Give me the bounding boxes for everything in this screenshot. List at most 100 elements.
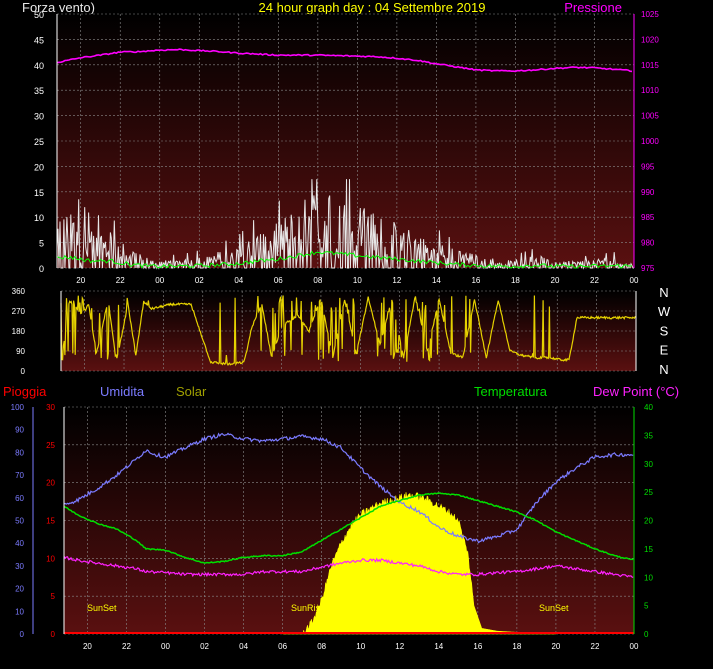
time-tick-label: 20 bbox=[76, 276, 85, 285]
time-tick-label: 16 bbox=[471, 276, 480, 285]
pressure-title: Pressione bbox=[564, 0, 622, 15]
time-tick-label: 00 bbox=[630, 642, 639, 651]
time-tick-label: 14 bbox=[434, 642, 443, 651]
pressure-tick-label: 1015 bbox=[641, 61, 659, 70]
humidity-tick-label: 60 bbox=[15, 494, 24, 503]
temp-humidity-panel: 0510152025300102030405060708090100051015… bbox=[11, 403, 654, 651]
pressure-tick-label: 985 bbox=[641, 213, 655, 222]
solar-legend: Solar bbox=[176, 384, 207, 399]
time-tick-label: 10 bbox=[356, 642, 365, 651]
time-tick-label: 00 bbox=[161, 642, 170, 651]
pressure-tick-label: 1020 bbox=[641, 35, 659, 44]
compass-label: W bbox=[658, 304, 671, 319]
sunrise-label: SunRis bbox=[291, 603, 321, 613]
humidity-tick-label: 0 bbox=[20, 630, 25, 639]
temp-tick-label: 15 bbox=[644, 545, 653, 554]
wind-tick-label: 40 bbox=[34, 61, 44, 71]
wind-tick-label: 50 bbox=[34, 10, 44, 20]
time-tick-label: 12 bbox=[395, 642, 404, 651]
temperature-legend: Temperatura bbox=[474, 384, 548, 399]
time-tick-label: 00 bbox=[155, 276, 164, 285]
time-tick-label: 04 bbox=[239, 642, 248, 651]
time-tick-label: 02 bbox=[195, 276, 204, 285]
graph-title: 24 hour graph day : 04 Settembre 2019 bbox=[259, 0, 486, 15]
rain-tick-label: 20 bbox=[46, 479, 55, 488]
pressure-tick-label: 975 bbox=[641, 264, 655, 273]
time-tick-label: 22 bbox=[122, 642, 131, 651]
humidity-tick-label: 10 bbox=[15, 607, 24, 616]
wind-tick-label: 30 bbox=[34, 112, 44, 122]
compass-label: N bbox=[659, 285, 668, 300]
humidity-tick-label: 90 bbox=[15, 426, 24, 435]
wind-tick-label: 20 bbox=[34, 162, 44, 172]
time-tick-label: 04 bbox=[234, 276, 243, 285]
time-tick-label: 10 bbox=[353, 276, 362, 285]
temp-tick-label: 40 bbox=[644, 403, 653, 412]
humidity-tick-label: 40 bbox=[15, 539, 24, 548]
wind-direction-panel: 0 90 180 270 360 bbox=[12, 287, 637, 376]
pressure-tick-label: 980 bbox=[641, 239, 655, 248]
time-tick-label: 22 bbox=[116, 276, 125, 285]
time-tick-label: 18 bbox=[511, 276, 520, 285]
time-tick-label: 16 bbox=[473, 642, 482, 651]
time-tick-label: 22 bbox=[590, 276, 599, 285]
direction-tick-label: 0 bbox=[21, 367, 26, 376]
rain-tick-label: 0 bbox=[51, 630, 56, 639]
wind-tick-label: 0 bbox=[39, 264, 44, 274]
temp-tick-label: 20 bbox=[644, 517, 653, 526]
temp-tick-label: 25 bbox=[644, 488, 653, 497]
sunset-label-2: SunSet bbox=[539, 603, 569, 613]
rain-tick-label: 30 bbox=[46, 403, 55, 412]
time-tick-label: 20 bbox=[83, 642, 92, 651]
rain-tick-label: 5 bbox=[51, 592, 56, 601]
time-tick-label: 08 bbox=[317, 642, 326, 651]
humidity-legend: Umidita bbox=[100, 384, 145, 399]
pressure-tick-label: 1000 bbox=[641, 137, 659, 146]
humidity-tick-label: 30 bbox=[15, 562, 24, 571]
direction-tick-label: 90 bbox=[16, 347, 25, 356]
rain-tick-label: 10 bbox=[46, 554, 55, 563]
wind-tick-label: 35 bbox=[34, 86, 44, 96]
pressure-tick-label: 1025 bbox=[641, 10, 659, 19]
time-tick-label: 20 bbox=[551, 642, 560, 651]
time-tick-label: 14 bbox=[432, 276, 441, 285]
time-tick-label: 06 bbox=[274, 276, 283, 285]
temp-tick-label: 0 bbox=[644, 630, 649, 639]
rain-tick-label: 25 bbox=[46, 441, 55, 450]
compass-labels: NWSEN bbox=[658, 285, 671, 377]
weather-graph: Forza vento) 24 hour graph day : 04 Sett… bbox=[3, 0, 679, 651]
humidity-tick-label: 50 bbox=[15, 517, 24, 526]
wind-tick-label: 5 bbox=[39, 239, 44, 249]
time-tick-label: 22 bbox=[591, 642, 600, 651]
temp-tick-label: 5 bbox=[644, 602, 649, 611]
time-tick-label: 00 bbox=[630, 276, 639, 285]
time-tick-label: 06 bbox=[278, 642, 287, 651]
compass-label: N bbox=[659, 362, 668, 377]
sunset-label-1: SunSet bbox=[87, 603, 117, 613]
time-tick-label: 20 bbox=[551, 276, 560, 285]
pressure-tick-label: 1010 bbox=[641, 86, 659, 95]
compass-label: E bbox=[660, 343, 669, 358]
temp-tick-label: 35 bbox=[644, 431, 653, 440]
wind-tick-label: 10 bbox=[34, 213, 44, 223]
time-tick-label: 08 bbox=[313, 276, 322, 285]
pressure-tick-label: 1005 bbox=[641, 112, 659, 121]
pressure-tick-label: 995 bbox=[641, 162, 655, 171]
direction-tick-label: 360 bbox=[12, 287, 26, 296]
time-tick-label: 02 bbox=[200, 642, 209, 651]
pressure-tick-label: 990 bbox=[641, 188, 655, 197]
wind-tick-label: 25 bbox=[34, 137, 44, 147]
wind-pressure-panel: 0510152025303540455097598098599099510001… bbox=[34, 10, 659, 285]
temp-tick-label: 10 bbox=[644, 573, 653, 582]
dewpoint-legend: Dew Point (°C) bbox=[593, 384, 679, 399]
wind-tick-label: 45 bbox=[34, 35, 44, 45]
humidity-tick-label: 80 bbox=[15, 448, 24, 457]
direction-tick-label: 180 bbox=[12, 327, 26, 336]
time-tick-label: 18 bbox=[512, 642, 521, 651]
humidity-tick-label: 100 bbox=[11, 403, 25, 412]
time-tick-label: 12 bbox=[392, 276, 401, 285]
humidity-tick-label: 70 bbox=[15, 471, 24, 480]
temp-tick-label: 30 bbox=[644, 460, 653, 469]
compass-label: S bbox=[660, 323, 669, 338]
wind-title: Forza vento) bbox=[22, 0, 95, 15]
